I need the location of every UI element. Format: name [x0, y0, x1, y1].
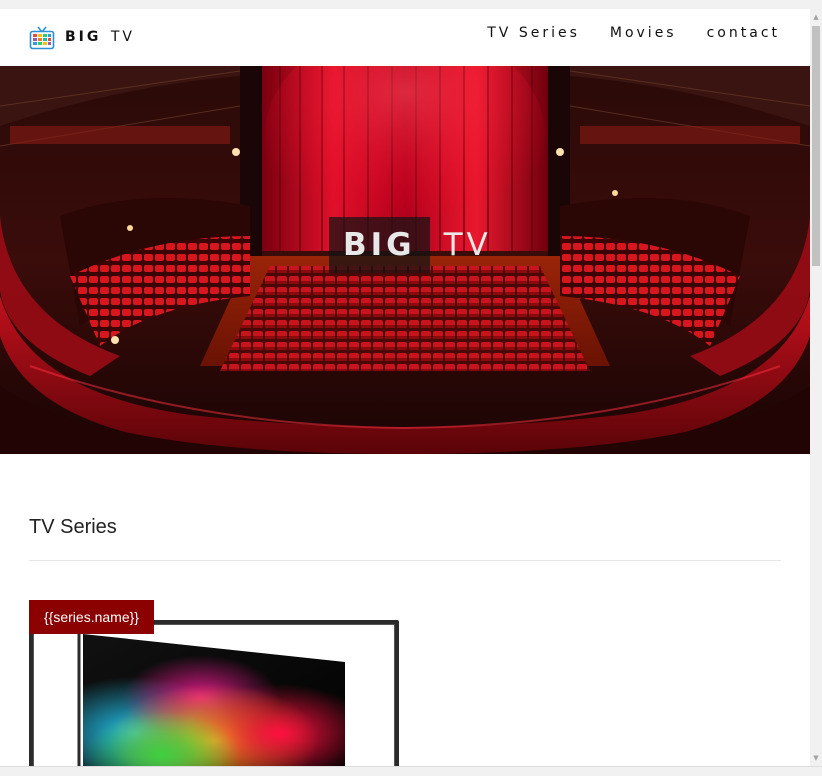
brand-light: TV — [110, 29, 135, 45]
horizontal-scrollbar[interactable] — [0, 766, 822, 776]
tv-thumbnail — [29, 620, 399, 776]
tv-icon — [29, 26, 55, 50]
scroll-down-arrow-icon[interactable]: ▼ — [812, 753, 820, 763]
navbar: BIG TV TV Series Movies contact — [0, 9, 810, 66]
hero-title-bold: BIG — [329, 217, 430, 273]
vertical-scrollbar[interactable]: ▲ ▼ — [810, 9, 822, 766]
tv-image — [77, 630, 345, 776]
window-top-bar — [0, 0, 822, 9]
brand-name: BIG TV — [65, 29, 135, 45]
series-card[interactable]: {{series.name}} — [29, 600, 399, 776]
brand-link[interactable]: BIG TV — [29, 23, 135, 51]
brand-bold: BIG — [65, 29, 102, 45]
hero-banner: BIG TV — [0, 66, 810, 454]
hero-title: BIG TV — [329, 217, 492, 273]
nav-contact[interactable]: contact — [707, 25, 780, 41]
scroll-thumb[interactable] — [812, 26, 820, 266]
section-divider — [29, 560, 781, 561]
nav-movies[interactable]: Movies — [610, 25, 677, 41]
section-title: TV Series — [29, 516, 117, 538]
nav-links: TV Series Movies contact — [457, 25, 780, 41]
scroll-up-arrow-icon[interactable]: ▲ — [812, 12, 820, 22]
hero-title-light: TV — [443, 227, 492, 263]
nav-tv-series[interactable]: TV Series — [487, 25, 580, 41]
series-name-badge[interactable]: {{series.name}} — [29, 600, 154, 634]
